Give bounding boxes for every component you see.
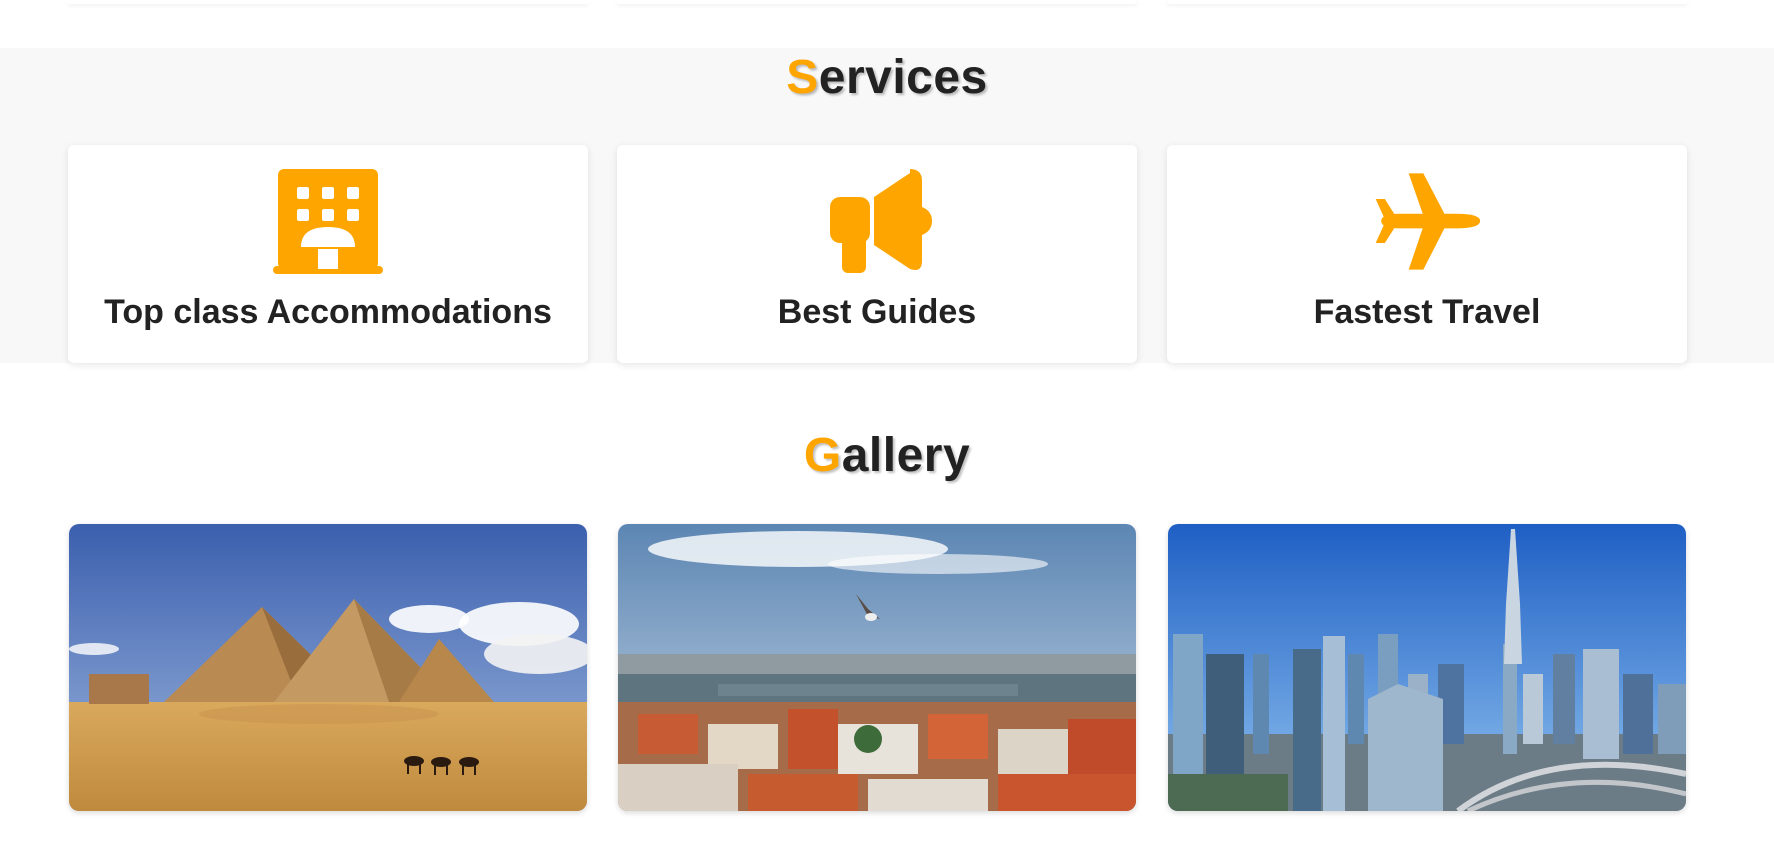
previous-card-edge [1167,0,1687,4]
hotel-icon [273,169,383,274]
service-card-accommodations: Top class Accommodations [68,145,588,363]
service-card-guides: Best Guides [617,145,1137,363]
services-heading-initial: S [786,51,819,104]
dubai-skyline-photo[interactable] [1168,524,1686,811]
gallery-heading-rest: allery [841,429,971,482]
service-card-travel: Fastest Travel [1167,145,1687,363]
gallery-heading: Gallery [0,428,1774,483]
previous-section-strip [0,0,1774,48]
services-heading: Services [0,50,1774,105]
service-label: Best Guides [777,293,977,331]
service-label: Fastest Travel [1313,293,1541,331]
istanbul-photo[interactable] [618,524,1136,811]
service-label: Top class Accommodations [104,293,552,331]
gallery-heading-initial: G [803,429,842,482]
services-heading-rest: ervices [818,51,988,104]
pyramids-photo[interactable] [69,524,587,811]
megaphone-icon [822,169,932,274]
previous-card-edge [617,0,1137,4]
plane-icon [1372,169,1482,274]
previous-card-edge [68,0,588,4]
